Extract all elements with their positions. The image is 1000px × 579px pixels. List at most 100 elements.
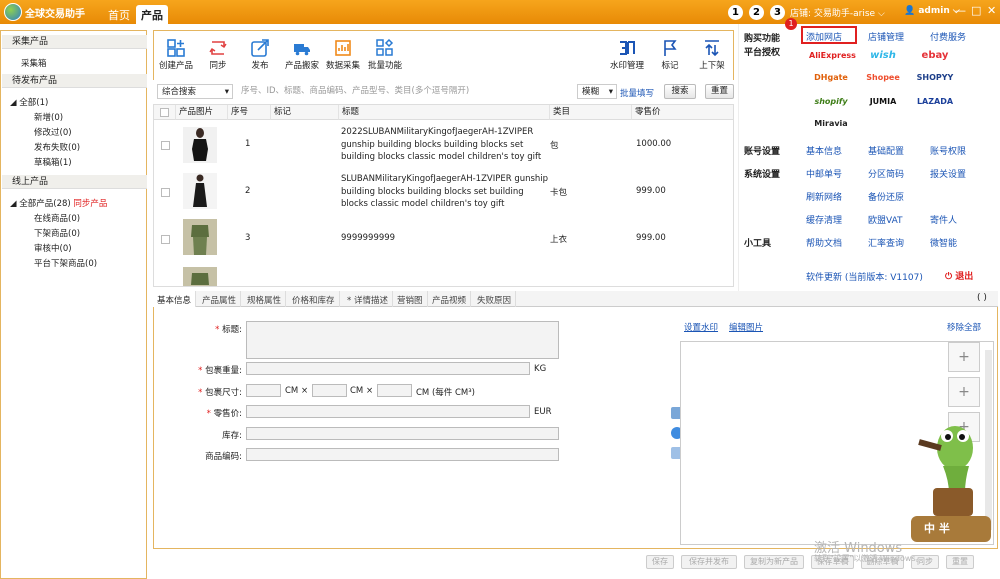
store-manage-link[interactable]: 店铺管理 — [868, 30, 904, 43]
product-thumbnail[interactable] — [183, 267, 217, 287]
ebay-logo[interactable]: ebay — [913, 49, 957, 63]
create-product-button[interactable]: 创建产品 — [156, 31, 196, 81]
copy-new-button[interactable]: 复制为新产品 — [744, 555, 804, 569]
price-field[interactable] — [246, 405, 530, 418]
batch-fill-link[interactable]: 批量填写 — [620, 87, 654, 99]
sidebar-item-reviewing[interactable]: 审核中(0) — [34, 242, 72, 254]
row-checkbox[interactable] — [161, 141, 170, 150]
step-2-button[interactable]: 2 — [749, 5, 764, 20]
micro-smart-link[interactable]: 微智能 — [930, 236, 957, 249]
reset-button[interactable]: 重置 — [705, 84, 734, 99]
product-thumbnail[interactable] — [183, 219, 217, 255]
user-menu[interactable]: 👤 admin ⌵ — [904, 6, 960, 16]
weight-field[interactable] — [246, 362, 530, 375]
tab-fail-reason[interactable]: 失败原因 — [473, 291, 517, 307]
mark-button[interactable]: 标记 — [650, 31, 690, 81]
publish-button[interactable]: 发布 — [240, 31, 280, 81]
basic-config-link[interactable]: 基础配置 — [868, 144, 904, 157]
product-move-button[interactable]: 产品搬家 — [282, 31, 322, 81]
close-button[interactable]: ✕ — [987, 4, 996, 17]
account-permission-link[interactable]: 账号权限 — [930, 144, 966, 157]
save-publish-button[interactable]: 保存并发布 — [681, 555, 737, 569]
zone-code-link[interactable]: 分区简码 — [868, 167, 904, 180]
product-thumbnail[interactable] — [183, 127, 217, 163]
minimize-button[interactable]: — — [955, 4, 966, 17]
row-title[interactable]: 2022SLUBANMilitaryKingofJaegerAH-1ZVIPER… — [341, 126, 549, 164]
step-1-button[interactable]: 1 — [728, 5, 743, 20]
stock-field[interactable] — [246, 427, 559, 440]
tab-price-stock[interactable]: 价格和库存 — [288, 291, 340, 307]
sidebar-item-platform-offline[interactable]: 平台下架商品(0) — [34, 257, 97, 269]
shopify-logo[interactable]: shopify — [809, 95, 853, 109]
search-type-select[interactable]: 综合搜索 ▾ — [157, 84, 233, 99]
tab-home[interactable]: 首页 — [103, 5, 135, 24]
sidebar-item-pending-all[interactable]: ◢ 全部(1) — [10, 96, 48, 108]
batch-function-button[interactable]: 批量功能 — [365, 31, 405, 81]
refresh-network-link[interactable]: 刷新网络 — [806, 190, 842, 203]
china-post-link[interactable]: 中邮单号 — [806, 167, 842, 180]
store-selector[interactable]: 店铺: 交易助手-arise ⌵ — [790, 6, 885, 19]
edit-image-link[interactable]: 编辑图片 — [729, 321, 763, 333]
row-checkbox[interactable] — [161, 235, 170, 244]
height-field[interactable] — [377, 384, 412, 397]
product-thumbnail[interactable] — [183, 173, 217, 209]
software-update-link[interactable]: 软件更新 (当前版本: V1107) — [806, 270, 923, 283]
dhgate-logo[interactable]: DHgate — [809, 71, 853, 85]
sidebar-item-offline[interactable]: 下架商品(0) — [34, 227, 80, 239]
aliexpress-logo[interactable]: AliExpress — [809, 49, 856, 63]
row-title[interactable]: 9999999999 — [341, 233, 395, 243]
jumia-logo[interactable]: JUMIA — [861, 95, 905, 109]
shopee-logo[interactable]: Shopee — [861, 71, 905, 85]
sku-field[interactable] — [246, 448, 559, 461]
sidebar-item-online[interactable]: 在线商品(0) — [34, 212, 80, 224]
width-field[interactable] — [312, 384, 347, 397]
search-input[interactable]: 序号、ID、标题、商品编码、产品型号、类目(多个逗号隔开) — [237, 84, 573, 99]
set-watermark-link[interactable]: 设置水印 — [684, 321, 718, 333]
sidebar-item-collect-box[interactable]: 采集箱 — [21, 57, 47, 69]
tab-spec-attr[interactable]: 规格属性 — [243, 291, 287, 307]
row-title[interactable]: SLUBANMilitaryKingofJaegerAH-1ZVIPER gun… — [341, 173, 549, 211]
tab-basic-info[interactable]: 基本信息 — [153, 291, 197, 307]
tab-detail-desc[interactable]: * 详情描述 — [343, 291, 393, 307]
tab-product-attr[interactable]: 产品属性 — [198, 291, 242, 307]
tab-product[interactable]: 产品 — [136, 5, 168, 24]
select-all-checkbox[interactable] — [160, 108, 169, 117]
title-field[interactable] — [246, 321, 559, 359]
step-3-button[interactable]: 3 — [770, 5, 785, 20]
exchange-rate-link[interactable]: 汇率查询 — [868, 236, 904, 249]
lazada-logo[interactable]: LAZADA — [913, 95, 957, 109]
sidebar-item-failed[interactable]: 发布失败(0) — [34, 141, 80, 153]
search-button[interactable]: 搜索 — [664, 84, 696, 99]
add-image-button[interactable]: + — [948, 342, 980, 372]
panel-toggle-button[interactable]: ( ) — [977, 293, 987, 303]
sidebar-item-modified[interactable]: 修改过(0) — [34, 126, 72, 138]
cache-clean-link[interactable]: 缓存清理 — [806, 213, 842, 226]
sidebar-item-online-all[interactable]: ◢ 全部产品(28) 同步产品 — [10, 197, 107, 209]
miravia-logo[interactable]: Miravia — [809, 117, 853, 131]
sync-products-link[interactable]: 同步产品 — [73, 199, 107, 209]
remove-all-link[interactable]: 移除全部 — [947, 321, 981, 333]
paid-service-link[interactable]: 付费服务 — [930, 30, 966, 43]
eu-vat-link[interactable]: 欧盟VAT — [868, 213, 903, 226]
match-mode-select[interactable]: 模糊 ▾ — [577, 84, 617, 99]
tab-product-video[interactable]: 产品视频 — [428, 291, 472, 307]
customs-settings-link[interactable]: 报关设置 — [930, 167, 966, 180]
wish-logo[interactable]: wish — [861, 49, 905, 63]
row-checkbox[interactable] — [161, 188, 170, 197]
sync-button[interactable]: 同步 — [198, 31, 238, 81]
shelf-button[interactable]: 上下架 — [692, 31, 732, 81]
watermark-button[interactable]: 水印管理 — [607, 31, 647, 81]
exit-button[interactable]: ⏻ 退出 — [945, 269, 973, 282]
sidebar-item-drafts[interactable]: 草稿箱(1) — [34, 156, 72, 168]
reset-bottom-button[interactable]: 重置 — [946, 555, 974, 569]
sender-link[interactable]: 寄件人 — [930, 213, 957, 226]
help-doc-link[interactable]: 帮助文档 — [806, 236, 842, 249]
tab-marketing-image[interactable]: 营销图 — [393, 291, 428, 307]
maximize-button[interactable]: □ — [971, 4, 981, 17]
length-field[interactable] — [246, 384, 281, 397]
sidebar-item-new[interactable]: 新增(0) — [34, 111, 63, 123]
shopyy-logo[interactable]: SHOPYY — [913, 71, 957, 85]
add-store-link[interactable]: 添加网店 — [806, 30, 842, 43]
basic-info-link[interactable]: 基本信息 — [806, 144, 842, 157]
add-image-button[interactable]: + — [948, 377, 980, 407]
